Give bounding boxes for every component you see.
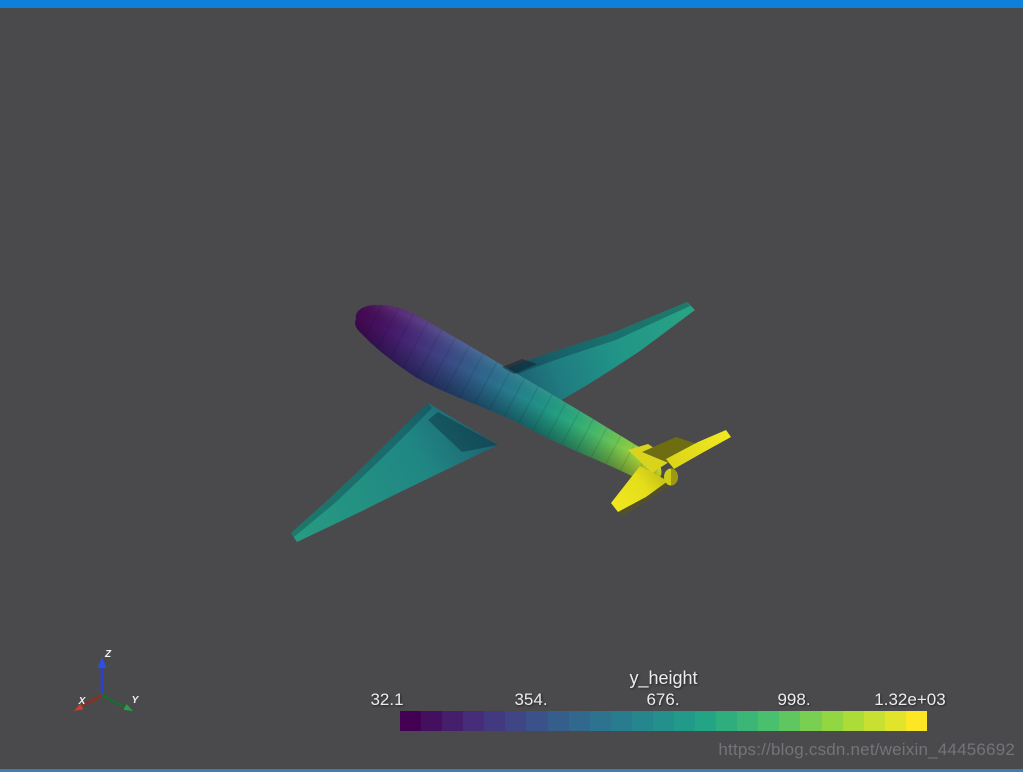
colorbar-segment <box>695 711 717 731</box>
y-axis-label: Y <box>132 695 140 706</box>
scalar-bar-title: y_height <box>629 668 698 688</box>
scalar-bar: y_height 32.1 354. 676. 998. 1.32e+03 <box>370 668 946 734</box>
colorbar-segment <box>674 711 696 731</box>
colorbar-segment <box>463 711 485 731</box>
colorbar-segment <box>652 711 675 731</box>
colorbar-segment <box>863 711 885 731</box>
x-axis-label: X <box>78 696 87 707</box>
colorbar-segment <box>800 711 822 731</box>
colorbar-segment <box>779 711 801 731</box>
render-viewport[interactable]: Z X Y <box>0 8 1023 769</box>
colorbar-segment <box>758 711 780 731</box>
colorbar-segment <box>884 711 906 731</box>
colorbar-segment <box>421 711 443 731</box>
colorbar-segment <box>484 711 506 731</box>
colorbar-segment <box>505 711 527 731</box>
colorbar-segment <box>547 711 569 731</box>
colorbar-segment <box>842 711 864 731</box>
colorbar-segment <box>442 711 464 731</box>
x-axis-shaft <box>82 693 104 707</box>
airplane-mesh <box>291 302 731 542</box>
colorbar-ticks: 32.1 354. 676. 998. 1.32e+03 <box>370 690 945 709</box>
colorbar-segment <box>610 711 632 731</box>
colorbar-segment <box>568 711 590 731</box>
colorbar-tick-label: 676. <box>646 690 680 709</box>
airplane-left-wing <box>291 403 498 542</box>
y-axis-shaft <box>100 693 124 708</box>
colorbar-segment <box>821 711 843 731</box>
colorbar-segment <box>716 711 738 731</box>
colorbar-tick-label: 354. <box>514 690 548 709</box>
colorbar-segment <box>737 711 759 731</box>
colorbar-tick-label: 1.32e+03 <box>874 690 946 709</box>
colorbar-segment <box>400 711 422 731</box>
z-axis-label: Z <box>104 649 112 660</box>
orientation-axes-widget: Z X Y <box>74 649 140 711</box>
colorbar-segment <box>631 711 653 731</box>
colorbar-bar <box>400 711 927 731</box>
colorbar-tick-label: 998. <box>777 690 811 709</box>
airplane-tail-cone-shade <box>671 468 678 486</box>
watermark-text: https://blog.csdn.net/weixin_44456692 <box>718 740 1015 759</box>
colorbar-segment <box>526 711 548 731</box>
colorbar-segment <box>589 711 611 731</box>
colorbar-tick-label: 32.1 <box>370 690 404 709</box>
colorbar-segment <box>905 711 927 731</box>
scene-svg: Z X Y <box>74 302 731 711</box>
